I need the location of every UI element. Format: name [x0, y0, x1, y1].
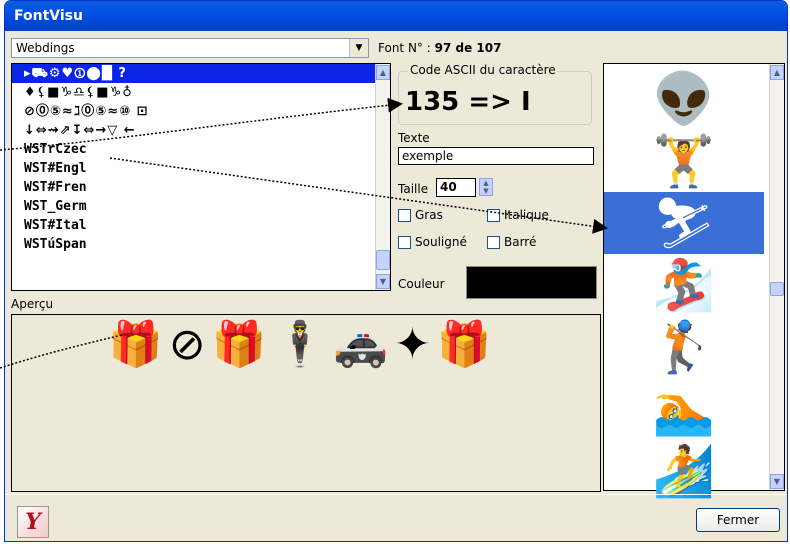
- annotation-arrows: [0, 97, 608, 369]
- annotation-arrow-from-preview: [0, 334, 123, 369]
- annotation-arrow-to-panel: [109, 157, 608, 234]
- annotation-arrow-to-code: [0, 97, 403, 151]
